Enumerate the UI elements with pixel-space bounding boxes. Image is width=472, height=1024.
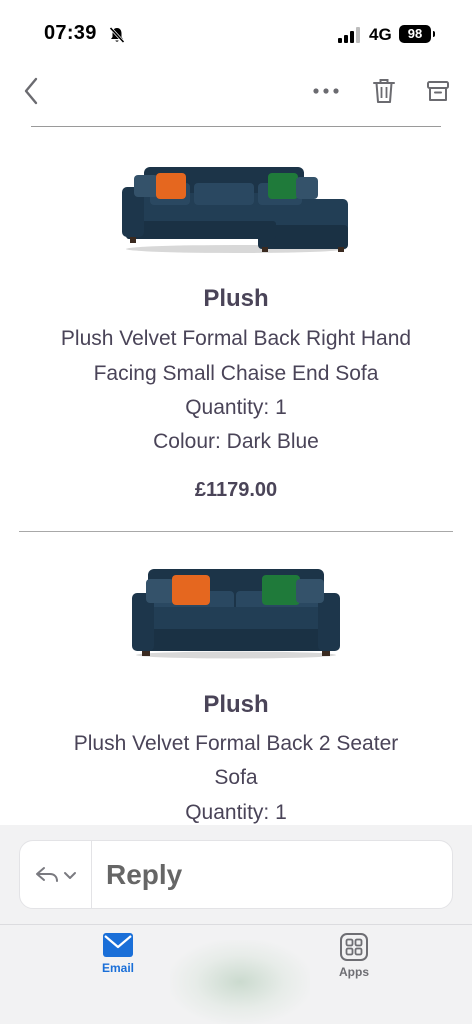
email-body: Plush Plush Velvet Formal Back Right Han… <box>0 127 472 825</box>
envelope-icon <box>103 933 133 957</box>
signal-icon <box>338 27 360 43</box>
reply-options-button[interactable] <box>20 841 92 908</box>
tab-apps-label: Apps <box>339 965 369 979</box>
corner-sofa-image <box>122 167 348 253</box>
more-dots-icon <box>313 88 339 94</box>
delete-button[interactable] <box>366 72 402 110</box>
tab-email[interactable]: Email <box>73 933 163 993</box>
product-quantity: Quantity: 1 <box>185 801 287 824</box>
network-label: 4G <box>369 25 392 44</box>
battery-icon: 98 <box>399 25 435 43</box>
tab-bar: Email Apps <box>0 924 472 1024</box>
two-seater-sofa-image <box>132 569 340 659</box>
tab-email-label: Email <box>101 961 134 975</box>
back-button[interactable] <box>14 72 48 110</box>
tab-apps[interactable]: Apps <box>309 933 399 993</box>
product-name-line-2: Facing Small Chaise End Sofa <box>93 362 379 385</box>
product-name-line-1: Plush Velvet Formal Back 2 Seater <box>73 732 399 755</box>
reply-field[interactable]: Reply <box>19 840 453 909</box>
product-brand: Plush <box>203 691 269 718</box>
grid-icon <box>340 933 368 961</box>
product-colour: Colour: Dark Blue <box>153 430 319 453</box>
status-time: 07:39 <box>44 22 97 44</box>
bell-muted-icon <box>109 26 125 44</box>
product-name-line-2: Sofa <box>214 766 258 789</box>
archive-button[interactable] <box>420 72 456 110</box>
chevron-down-icon <box>63 871 76 879</box>
product-price: £1179.00 <box>194 479 278 501</box>
product-quantity: Quantity: 1 <box>185 396 287 419</box>
product-divider <box>19 531 453 532</box>
reply-bar: Reply <box>0 825 472 924</box>
product-brand: Plush <box>203 285 269 312</box>
trash-icon <box>373 79 395 103</box>
reply-arrow-icon <box>35 866 58 882</box>
more-button[interactable] <box>306 76 346 106</box>
chevron-left-icon <box>24 77 38 105</box>
status-bar: 07:39 4G 98 <box>0 0 472 62</box>
product-name-line-1: Plush Velvet Formal Back Right Hand <box>60 327 412 350</box>
nav-bar <box>0 62 472 122</box>
archive-box-icon <box>427 81 449 101</box>
reply-label: Reply <box>106 859 183 890</box>
